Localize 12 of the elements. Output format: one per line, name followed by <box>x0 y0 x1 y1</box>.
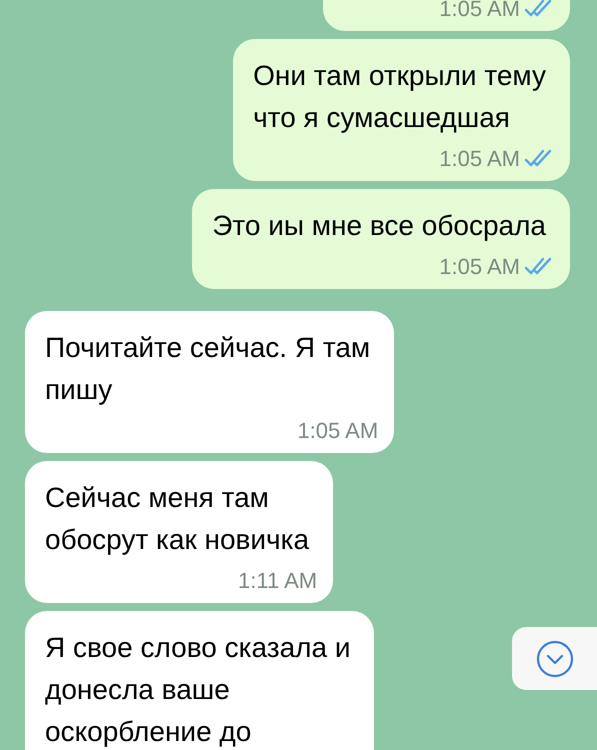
message-time: 1:05 AM <box>439 252 520 280</box>
message-text: Почитайте сейчас. Я там пишу <box>45 331 372 407</box>
message-text: Сейчас меня там обосрут как новичка <box>45 481 310 557</box>
message-time: 1:11 AM <box>238 566 318 594</box>
message-text: Это иы мне все обосрала <box>212 209 547 243</box>
message-time: 1:05 AM <box>297 416 378 444</box>
message-time: 1:05 AM <box>439 0 520 22</box>
chevron-down-icon <box>536 640 574 678</box>
message-text: Они там открыли тему что я сумасшедшая <box>253 59 547 135</box>
message-text: Я свое слово сказала и донесла ваше оскорбление до <box>45 631 352 749</box>
scroll-down-button[interactable] <box>512 627 597 690</box>
message-time: 1:05 AM <box>439 144 520 172</box>
